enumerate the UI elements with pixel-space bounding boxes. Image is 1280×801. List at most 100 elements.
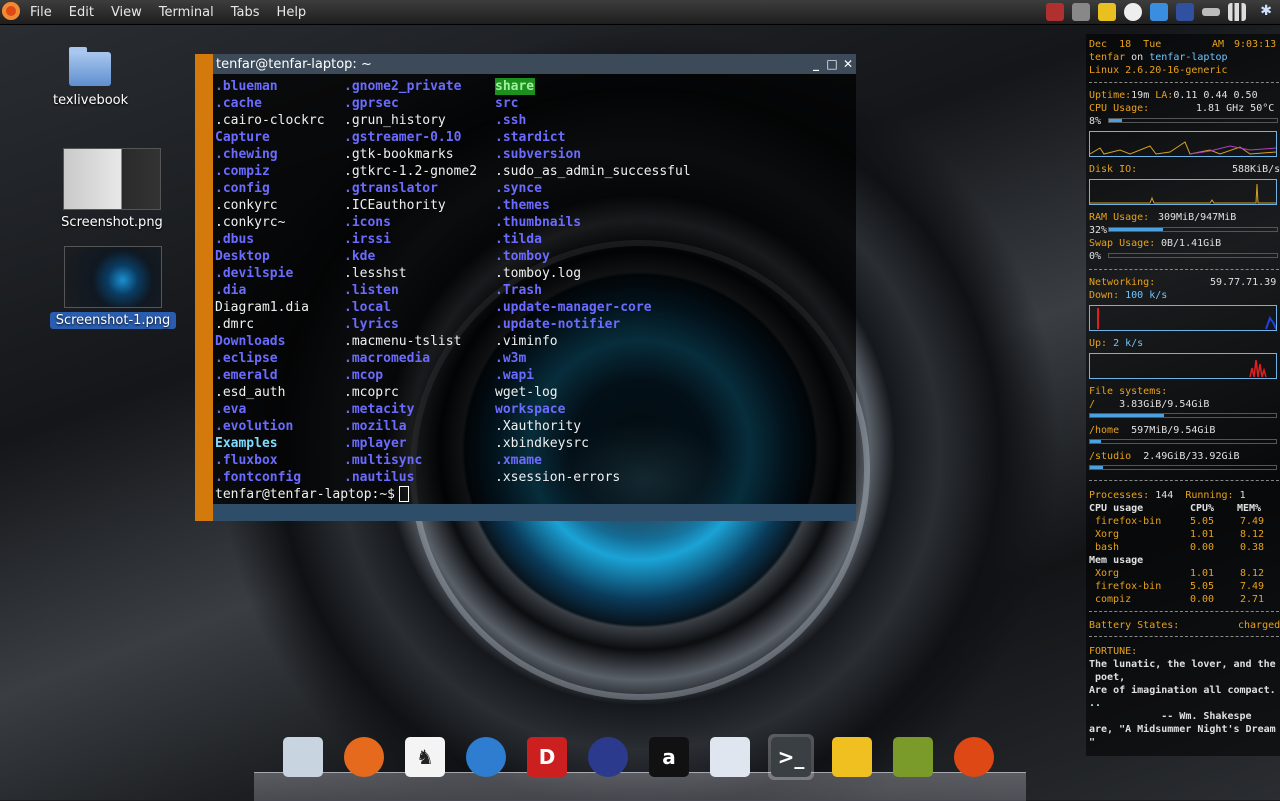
menu-edit[interactable]: Edit: [69, 5, 94, 20]
terminal-window[interactable]: tenfar@tenfar-laptop: ~ _ □ ✕ .blueman .c…: [195, 54, 856, 521]
firefox-icon[interactable]: [341, 734, 387, 780]
terminal-titlebar[interactable]: tenfar@tenfar-laptop: ~ _ □ ✕: [213, 54, 856, 74]
download-graph: [1089, 305, 1277, 331]
file-entry: .evolution: [215, 419, 294, 434]
file-entry: .fontconfig: [215, 470, 302, 485]
photo-icon[interactable]: [829, 734, 875, 780]
terminal-icon[interactable]: >_: [768, 734, 814, 780]
file-entry: .tilda: [495, 232, 542, 247]
file-entry: .mcop: [344, 368, 384, 383]
notes-icon[interactable]: [1098, 3, 1116, 21]
desktop-icon-screenshot-1[interactable]: Screenshot-1.png: [50, 246, 176, 329]
file-entry: .dmrc: [215, 317, 255, 332]
file-entry: .esd_auth: [215, 385, 286, 400]
divider: [1089, 82, 1279, 83]
fs-home-mount: /home: [1089, 425, 1120, 436]
cpu-process-mem: 7.49: [1240, 516, 1265, 527]
drive-icon[interactable]: [1202, 8, 1220, 16]
menu-bar: File Edit View Terminal Tabs Help: [30, 0, 323, 24]
file-entry: .Trash: [495, 283, 542, 298]
file-entry: .local: [344, 300, 391, 315]
menu-view[interactable]: View: [111, 5, 142, 20]
menu-help[interactable]: Help: [277, 5, 307, 20]
bluetooth-icon[interactable]: ✱: [1260, 3, 1272, 19]
down-label: Down:: [1089, 290, 1120, 301]
mplayer-icon[interactable]: [707, 734, 753, 780]
conky-host: tenfar-laptop: [1149, 52, 1228, 63]
desktop-icon-label: Screenshot.png: [61, 215, 163, 230]
running-value: 1: [1239, 490, 1246, 501]
file-entry: .grun_history: [344, 113, 446, 128]
file-entry: .metacity: [344, 402, 415, 417]
file-entry: .mcoprc: [344, 385, 399, 400]
file-entry: .gstreamer-0.10: [344, 130, 462, 145]
ram-percent: 32%: [1089, 225, 1108, 236]
fs-label: File systems:: [1089, 386, 1168, 397]
dock: ♞ Da >_: [280, 734, 997, 780]
maximize-button[interactable]: □: [824, 57, 840, 71]
cpu-process-name: firefox-bin: [1095, 516, 1162, 527]
fs-root-usage: 3.83GiB/9.54GiB: [1119, 399, 1210, 410]
file-entry: .emerald: [215, 368, 278, 383]
dictionary-icon[interactable]: D: [524, 734, 570, 780]
volume-icon[interactable]: [1072, 3, 1090, 21]
file-entry: share: [495, 78, 535, 95]
mem-process-mem: 8.12: [1240, 568, 1265, 579]
shell-prompt-line[interactable]: tenfar@tenfar-laptop:~$: [215, 486, 410, 502]
menu-terminal[interactable]: Terminal: [159, 5, 214, 20]
disk-label: Disk IO:: [1089, 164, 1138, 175]
ubuntu-logo-icon[interactable]: [2, 2, 20, 20]
conky-user: tenfar: [1089, 52, 1126, 63]
fortune-label: FORTUNE:: [1089, 646, 1138, 657]
file-entry: workspace: [495, 402, 566, 417]
cpu-process-mem: 8.12: [1240, 529, 1265, 540]
computer-icon[interactable]: [280, 734, 326, 780]
load-label: LA:: [1155, 90, 1174, 101]
file-entry: .eclipse: [215, 351, 278, 366]
file-entry: Desktop: [215, 249, 270, 264]
books-icon[interactable]: [890, 734, 936, 780]
fs-home-bar: [1089, 439, 1277, 444]
file-entry: .mplayer: [344, 436, 407, 451]
file-entry: .xsession-errors: [495, 470, 621, 485]
fs-studio-usage: 2.49GiB/33.92GiB: [1143, 451, 1240, 462]
terminal-footer-bar: [213, 504, 856, 521]
fish-icon[interactable]: [463, 734, 509, 780]
minimize-button[interactable]: _: [808, 57, 824, 71]
network-manager-icon[interactable]: [1176, 3, 1194, 21]
swap-percent: 0%: [1089, 251, 1102, 262]
eclipse-icon[interactable]: [585, 734, 631, 780]
uptime-label: Uptime:: [1089, 90, 1132, 101]
menu-file[interactable]: File: [30, 5, 52, 20]
file-entry: .Xauthority: [495, 419, 582, 434]
mem-col-header: MEM%: [1237, 503, 1262, 514]
file-entry: .tomboy: [495, 249, 550, 264]
cpu-process-cpu: 1.01: [1190, 529, 1215, 540]
desktop-icon-screenshot[interactable]: Screenshot.png: [56, 148, 168, 231]
file-entry: .tomboy.log: [495, 266, 582, 281]
desktop-icon-label: texlivebook: [53, 93, 129, 108]
fs-studio-mount: /studio: [1089, 451, 1132, 462]
up-label: Up:: [1089, 338, 1108, 349]
file-entry: .dbus: [215, 232, 255, 247]
fortune-line: are, "A Midsummer Night's Dream: [1089, 724, 1276, 735]
amarok-icon[interactable]: a: [646, 734, 692, 780]
close-button[interactable]: ✕: [840, 57, 856, 71]
ubuntu-icon[interactable]: [951, 734, 997, 780]
file-entry: .mozilla: [344, 419, 407, 434]
horse-icon[interactable]: ♞: [402, 734, 448, 780]
gnome-foot-icon[interactable]: [1124, 3, 1142, 21]
wifi-signal-icon[interactable]: [1228, 3, 1246, 21]
fortune-line: ": [1089, 737, 1096, 748]
cpu-process-mem: 0.38: [1240, 542, 1265, 553]
top-panel: File Edit View Terminal Tabs Help ✱: [0, 0, 1280, 25]
cpu-col-header: CPU%: [1190, 503, 1215, 514]
display-icon[interactable]: [1150, 3, 1168, 21]
swap-value: 0B/1.41GiB: [1161, 238, 1222, 249]
exit-icon[interactable]: [1046, 3, 1064, 21]
terminal-output[interactable]: .blueman .cache .cairo-clockrc Capture .chew…: [213, 74, 856, 504]
desktop-icon-texlivebook[interactable]: texlivebook: [50, 47, 130, 109]
battery-label: Battery States:: [1089, 620, 1180, 631]
mem-process-cpu: 5.05: [1190, 581, 1215, 592]
menu-tabs[interactable]: Tabs: [231, 5, 260, 20]
